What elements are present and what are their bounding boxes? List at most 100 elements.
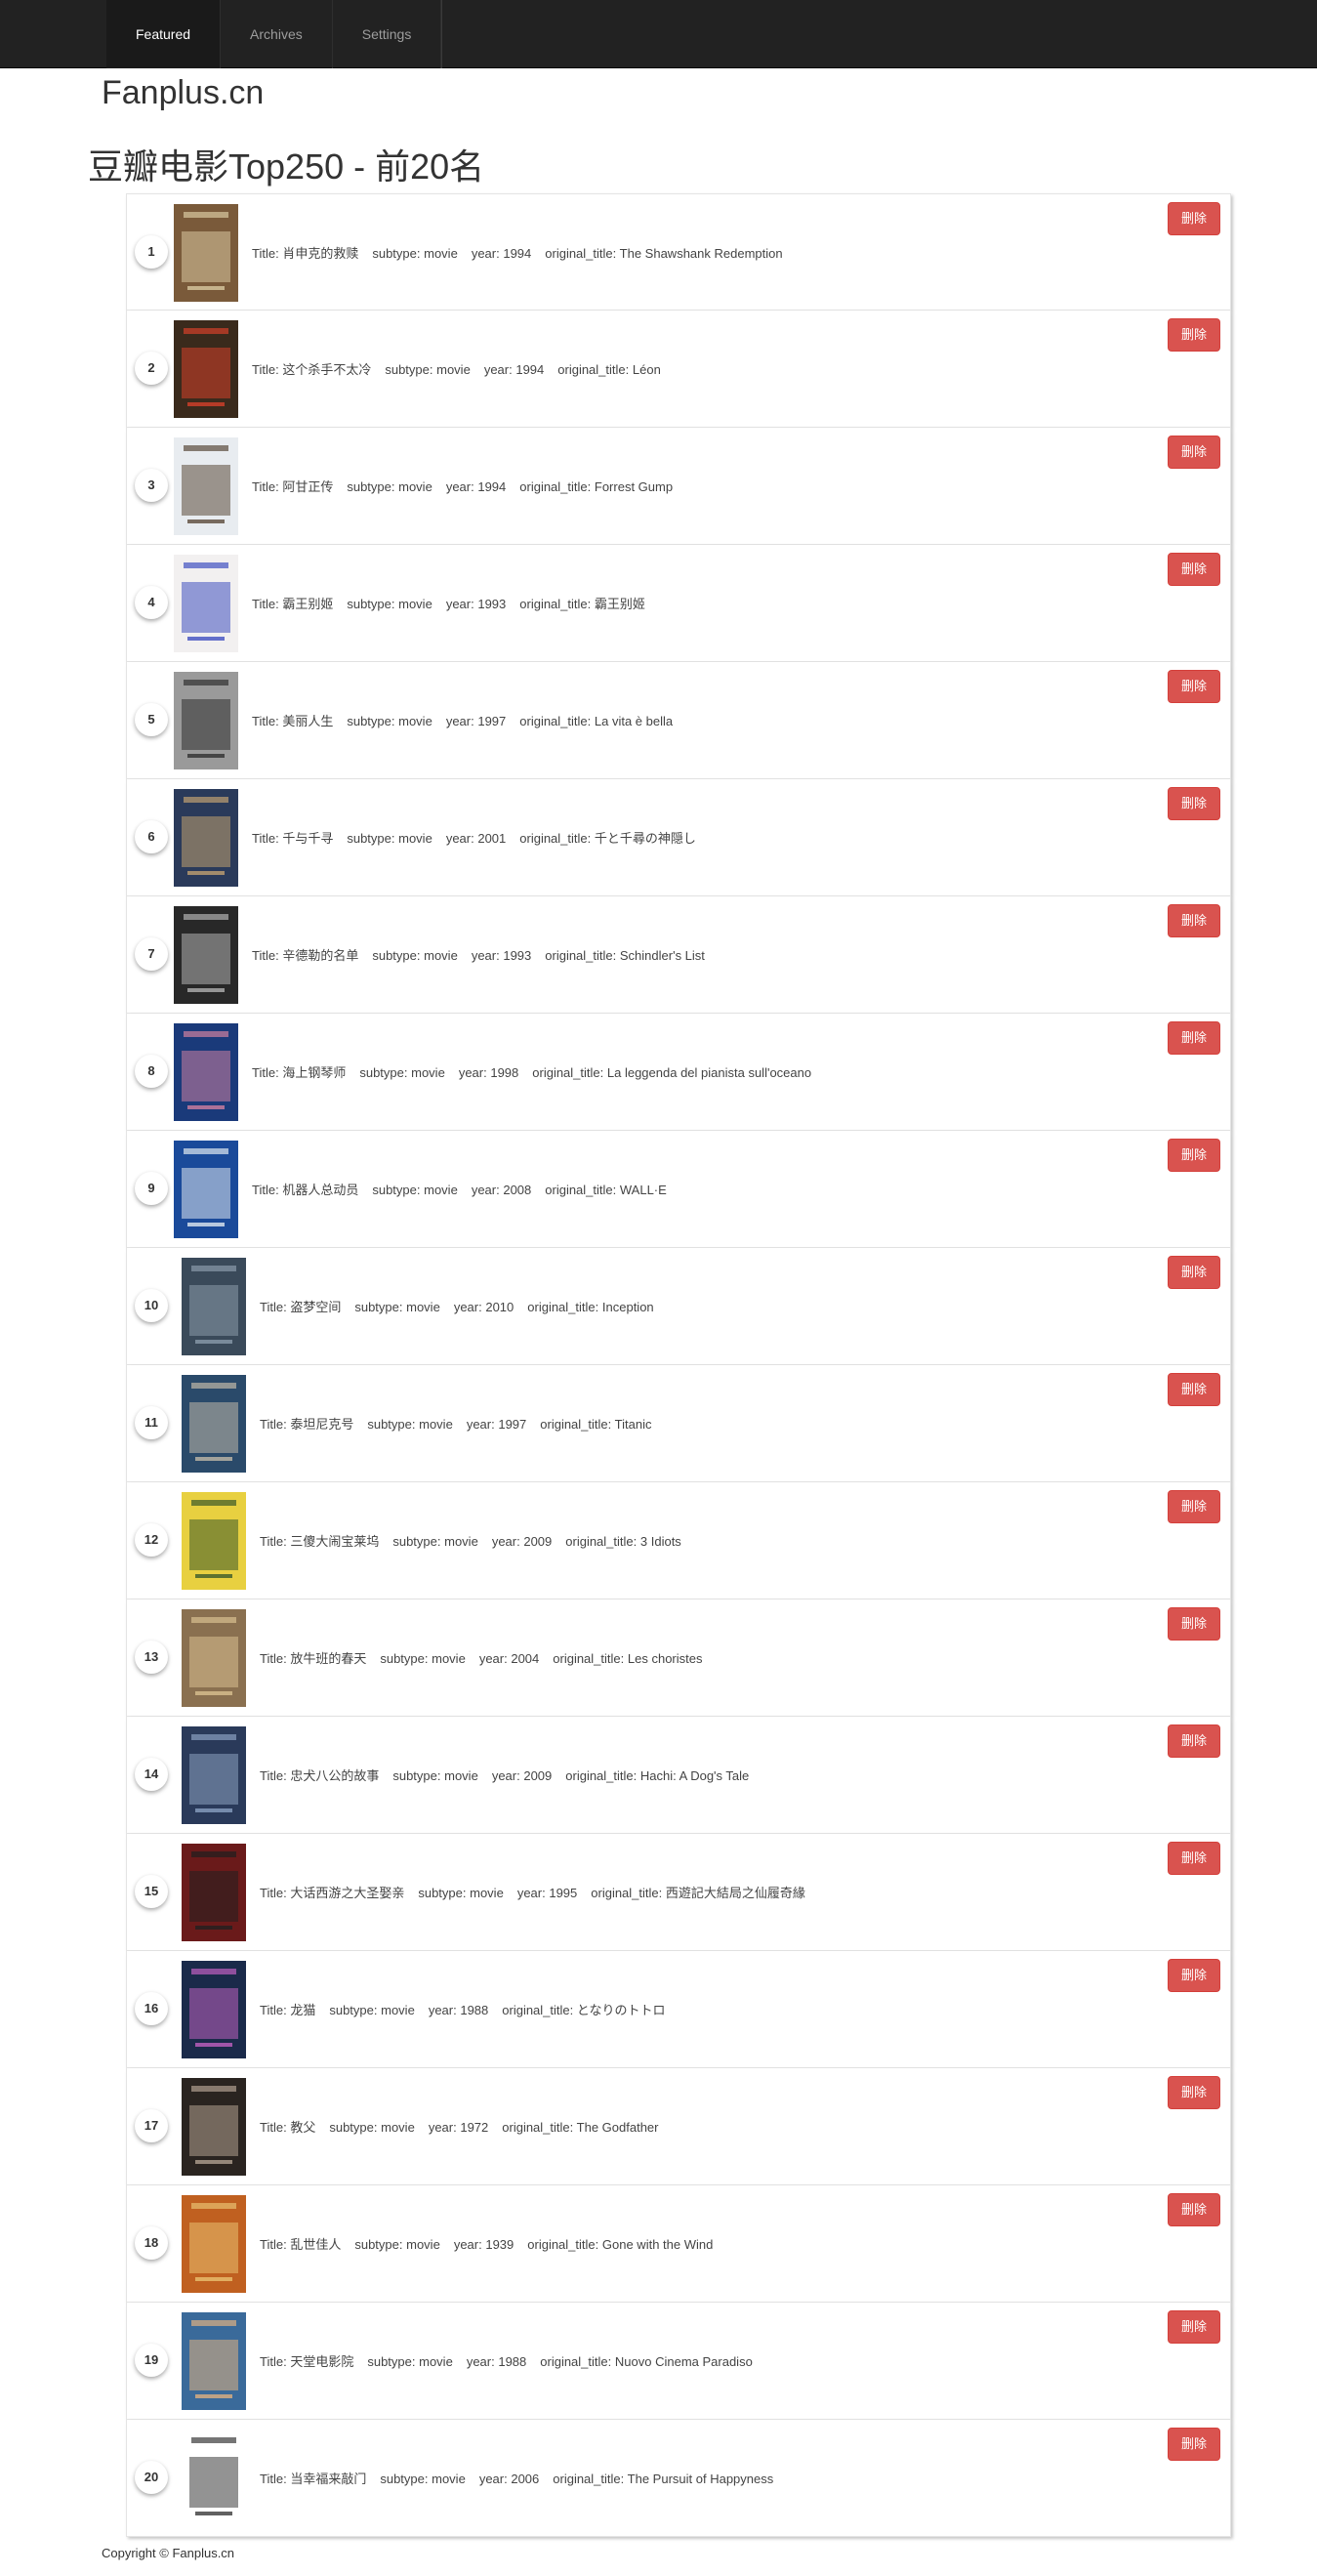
movie-row: 16 Title: 龙猫 subtype: movie year: 1988 origi… xyxy=(126,1951,1231,2068)
subtype-label: subtype: xyxy=(367,2354,416,2369)
delete-button[interactable]: 删除 xyxy=(1168,1607,1220,1641)
title-value: 天堂电影院 xyxy=(290,2354,354,2369)
title-value: 大话西游之大圣娶亲 xyxy=(290,1886,405,1900)
original-title-label: original_title: xyxy=(519,831,592,846)
rank-badge: 15 xyxy=(135,1875,168,1908)
delete-button[interactable]: 删除 xyxy=(1168,904,1220,937)
movie-info: Title: 霸王别姬 subtype: movie year: 1993 origi… xyxy=(252,594,645,612)
delete-button[interactable]: 删除 xyxy=(1168,2310,1220,2344)
subtype-label: subtype: xyxy=(359,1065,408,1080)
movie-info: Title: 肖申克的救赎 subtype: movie year: 1994 ori… xyxy=(252,243,783,262)
movie-row: 13 Title: 放牛班的春天 subtype: movie year: 2004 o… xyxy=(126,1600,1231,1717)
year-value: 1993 xyxy=(477,597,507,611)
title-label: Title: xyxy=(260,2354,287,2369)
movie-poster xyxy=(174,437,238,535)
subtype-label: subtype: xyxy=(347,479,395,494)
movie-poster xyxy=(182,2195,246,2293)
original-title-value: WALL·E xyxy=(619,1183,667,1197)
year-label: year: xyxy=(471,1183,500,1197)
delete-button[interactable]: 删除 xyxy=(1168,1959,1220,1992)
year-label: year: xyxy=(453,1300,482,1314)
subtype-value: movie xyxy=(381,2120,415,2135)
year-label: year: xyxy=(471,948,500,963)
subtype-value: movie xyxy=(398,714,432,728)
year-value: 2009 xyxy=(523,1534,553,1549)
delete-button[interactable]: 删除 xyxy=(1168,1021,1220,1055)
tab-featured[interactable]: Featured xyxy=(106,0,222,68)
delete-button[interactable]: 删除 xyxy=(1168,202,1220,235)
title-value: 海上钢琴师 xyxy=(282,1065,347,1080)
delete-button[interactable]: 删除 xyxy=(1168,1373,1220,1406)
title-label: Title: xyxy=(260,2237,287,2252)
delete-button[interactable]: 删除 xyxy=(1168,1842,1220,1875)
title-value: 霸王别姬 xyxy=(282,597,334,611)
movie-poster xyxy=(182,1609,246,1707)
movie-poster xyxy=(182,1492,246,1590)
delete-button[interactable]: 删除 xyxy=(1168,1256,1220,1289)
movie-row: 15 Title: 大话西游之大圣娶亲 subtype: movie year: 19… xyxy=(126,1834,1231,1951)
movie-row: 17 Title: 教父 subtype: movie year: 1972 origi… xyxy=(126,2068,1231,2185)
subtype-label: subtype: xyxy=(329,2003,378,2017)
year-label: year: xyxy=(428,2120,457,2135)
year-label: year: xyxy=(491,1534,520,1549)
delete-button[interactable]: 删除 xyxy=(1168,1139,1220,1172)
title-value: 这个杀手不太冷 xyxy=(282,362,372,377)
year-value: 1993 xyxy=(503,948,532,963)
delete-button[interactable]: 删除 xyxy=(1168,787,1220,820)
subtype-value: movie xyxy=(424,246,458,261)
delete-button[interactable]: 删除 xyxy=(1168,2193,1220,2226)
movie-row: 20 Title: 当幸福来敲门 subtype: movie year: 2006 o… xyxy=(126,2420,1231,2537)
tab-archives[interactable]: Archives xyxy=(221,0,333,68)
delete-button[interactable]: 删除 xyxy=(1168,436,1220,469)
subtype-label: subtype: xyxy=(347,597,395,611)
tab-settings[interactable]: Settings xyxy=(333,0,442,68)
movie-poster xyxy=(174,320,238,418)
year-label: year: xyxy=(445,714,474,728)
title-label: Title: xyxy=(260,1768,287,1783)
title-label: Title: xyxy=(252,948,279,963)
title-value: 忠犬八公的故事 xyxy=(290,1768,380,1783)
subtype-value: movie xyxy=(444,1534,478,1549)
movie-poster xyxy=(174,1023,238,1121)
year-label: year: xyxy=(445,479,474,494)
subtype-value: movie xyxy=(444,1768,478,1783)
delete-button[interactable]: 删除 xyxy=(1168,1490,1220,1523)
rank-badge: 14 xyxy=(135,1758,168,1791)
movie-info: Title: 阿甘正传 subtype: movie year: 1994 origi… xyxy=(252,477,673,495)
subtype-label: subtype: xyxy=(372,246,421,261)
rank-badge: 2 xyxy=(135,352,168,385)
subtype-value: movie xyxy=(432,1651,466,1666)
rank-badge: 4 xyxy=(135,586,168,619)
original-title-value: Inception xyxy=(601,1300,654,1314)
delete-button[interactable]: 删除 xyxy=(1168,1724,1220,1758)
rank-badge: 12 xyxy=(135,1523,168,1557)
original-title-label: original_title: xyxy=(527,2237,599,2252)
subtype-label: subtype: xyxy=(347,714,395,728)
title-value: 美丽人生 xyxy=(282,714,334,728)
original-title-label: original_title: xyxy=(502,2120,574,2135)
title-label: Title: xyxy=(252,1065,279,1080)
brand-title: Fanplus.cn xyxy=(102,74,265,111)
delete-button[interactable]: 删除 xyxy=(1168,553,1220,586)
original-title-label: original_title: xyxy=(540,1417,612,1432)
rank-badge: 3 xyxy=(135,469,168,502)
original-title-label: original_title: xyxy=(502,2003,574,2017)
subtype-value: movie xyxy=(406,2237,440,2252)
original-title-label: original_title: xyxy=(545,1183,617,1197)
delete-button[interactable]: 删除 xyxy=(1168,670,1220,703)
delete-button[interactable]: 删除 xyxy=(1168,2428,1220,2461)
delete-button[interactable]: 删除 xyxy=(1168,2076,1220,2109)
year-value: 1995 xyxy=(549,1886,578,1900)
subtype-value: movie xyxy=(470,1886,504,1900)
movie-poster xyxy=(174,1141,238,1238)
movie-info: Title: 盗梦空间 subtype: movie year: 2010 origi… xyxy=(260,1297,654,1315)
rank-badge: 16 xyxy=(135,1992,168,2025)
rank-badge: 20 xyxy=(135,2461,168,2494)
year-label: year: xyxy=(478,1651,508,1666)
original-title-label: original_title: xyxy=(519,714,592,728)
title-value: 阿甘正传 xyxy=(282,479,334,494)
original-title-label: original_title: xyxy=(519,597,592,611)
delete-button[interactable]: 删除 xyxy=(1168,318,1220,352)
rank-badge: 13 xyxy=(135,1641,168,1674)
year-label: year: xyxy=(478,2472,508,2486)
